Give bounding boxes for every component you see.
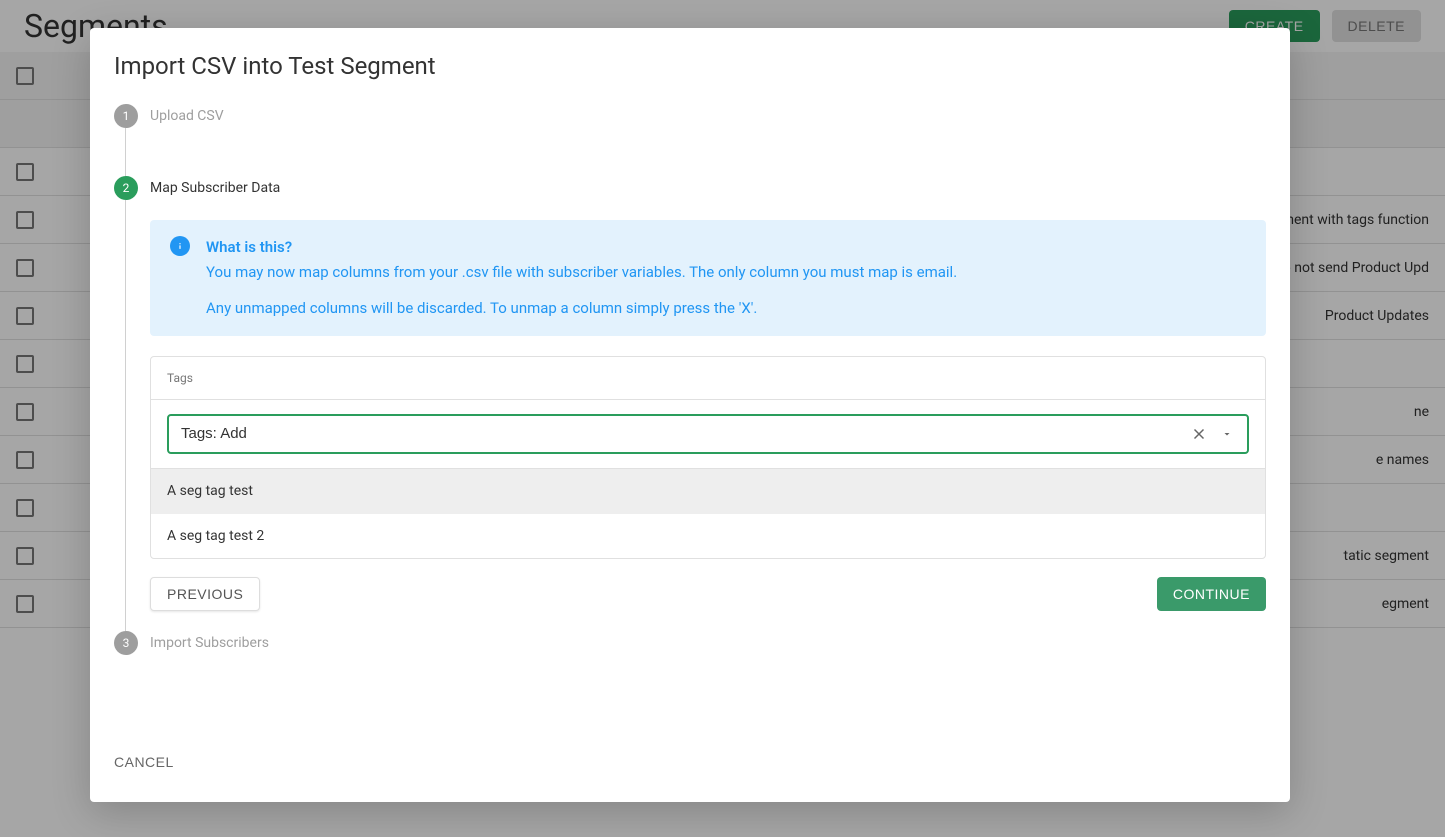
step-label: Import Subscribers: [150, 631, 269, 655]
info-title: What is this?: [206, 236, 957, 259]
mapping-select-input[interactable]: [181, 425, 1187, 442]
step-map-subscriber-data: 2 Map Subscriber Data: [114, 176, 1266, 200]
clear-icon[interactable]: [1187, 422, 1211, 446]
step-upload-csv: 1 Upload CSV: [114, 104, 1266, 128]
mapping-select[interactable]: [167, 414, 1249, 454]
info-box: What is this? You may now map columns fr…: [150, 220, 1266, 336]
step-number: 1: [114, 104, 138, 128]
step-label: Upload CSV: [150, 104, 224, 128]
info-icon: [170, 236, 190, 256]
chevron-down-icon[interactable]: [1215, 422, 1239, 446]
step-import-subscribers: 3 Import Subscribers: [114, 631, 1266, 655]
step-content: What is this? You may now map columns fr…: [150, 200, 1266, 631]
mapping-body: [151, 400, 1265, 468]
step-actions: PREVIOUS CONTINUE: [150, 577, 1266, 611]
mapping-card: Tags: [150, 356, 1266, 559]
step-label: Map Subscriber Data: [150, 176, 280, 200]
select-actions: [1187, 422, 1239, 446]
info-content: What is this? You may now map columns fr…: [206, 236, 957, 320]
dropdown-option[interactable]: A seg tag test 2: [151, 514, 1265, 558]
step-number: 3: [114, 631, 138, 655]
info-text-2: Any unmapped columns will be discarded. …: [206, 297, 957, 320]
previous-button[interactable]: PREVIOUS: [150, 577, 260, 611]
info-icon-wrap: [170, 236, 190, 320]
cancel-button[interactable]: CANCEL: [114, 746, 174, 778]
import-csv-modal: Import CSV into Test Segment 1 Upload CS…: [90, 28, 1290, 802]
dropdown-option[interactable]: A seg tag test: [151, 469, 1265, 514]
step-number: 2: [114, 176, 138, 200]
stepper: 1 Upload CSV 2 Map Subscriber Data What …: [90, 88, 1290, 726]
mapping-column-name: Tags: [151, 357, 1265, 400]
step-content-wrapper: What is this? You may now map columns fr…: [114, 200, 1266, 631]
continue-button[interactable]: CONTINUE: [1157, 577, 1266, 611]
modal-title: Import CSV into Test Segment: [90, 28, 1290, 88]
modal-footer: CANCEL: [90, 726, 1290, 802]
dropdown-menu: A seg tag test A seg tag test 2: [151, 468, 1265, 558]
info-text-1: You may now map columns from your .csv f…: [206, 261, 957, 284]
step-connector: [114, 128, 1266, 176]
